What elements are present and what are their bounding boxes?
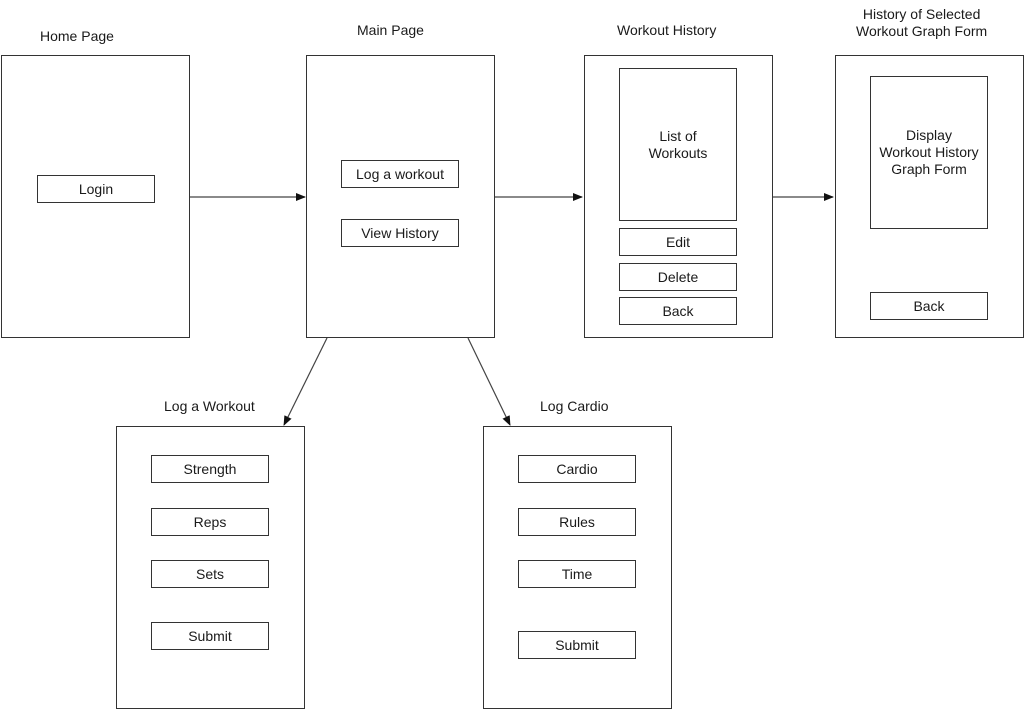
graph-display-text-1: Display [906, 127, 952, 143]
home-page-title: Home Page [40, 28, 114, 44]
strength-button[interactable]: Strength [151, 455, 269, 483]
graph-form-screen: Display Workout History Graph Form Back [835, 55, 1024, 338]
workout-list-text-2: Workouts [648, 145, 708, 161]
workout-history-screen: List of Workouts Edit Delete Back [584, 55, 773, 338]
log-cardio-screen: Cardio Rules Time Submit [483, 426, 672, 709]
graph-display-text-2: Workout History [879, 144, 979, 160]
graph-back-button[interactable]: Back [870, 292, 988, 320]
delete-button[interactable]: Delete [619, 263, 737, 291]
arrow-main-to-log-workout [283, 337, 328, 426]
arrow-main-to-log-cardio [467, 337, 511, 426]
reps-button[interactable]: Reps [151, 508, 269, 536]
log-workout-screen: Strength Reps Sets Submit [116, 426, 305, 709]
workout-submit-button[interactable]: Submit [151, 622, 269, 650]
main-page-title: Main Page [357, 22, 424, 38]
main-page-screen: Log a workout View History [306, 55, 495, 338]
workout-history-title: Workout History [617, 22, 717, 38]
edit-button[interactable]: Edit [619, 228, 737, 256]
workout-list-text-1: List of [659, 128, 697, 144]
login-button[interactable]: Login [37, 175, 155, 203]
graph-form-title-line-2: Workout Graph Form [856, 23, 988, 39]
graph-form-title: History of Selected Workout Graph Form [856, 6, 987, 40]
cardio-submit-button[interactable]: Submit [518, 631, 636, 659]
workout-list-panel[interactable]: List of Workouts [619, 68, 737, 221]
cardio-button[interactable]: Cardio [518, 455, 636, 483]
view-history-button[interactable]: View History [341, 219, 459, 247]
home-page-screen: Login [1, 55, 190, 338]
history-back-button[interactable]: Back [619, 297, 737, 325]
graph-display-panel: Display Workout History Graph Form [870, 76, 988, 229]
log-a-workout-button[interactable]: Log a workout [341, 160, 459, 188]
sets-button[interactable]: Sets [151, 560, 269, 588]
rules-button[interactable]: Rules [518, 508, 636, 536]
graph-display-text-3: Graph Form [891, 161, 967, 177]
log-cardio-title: Log Cardio [540, 398, 609, 414]
time-button[interactable]: Time [518, 560, 636, 588]
graph-form-title-line-1: History of Selected [862, 6, 981, 22]
log-workout-title: Log a Workout [164, 398, 255, 414]
